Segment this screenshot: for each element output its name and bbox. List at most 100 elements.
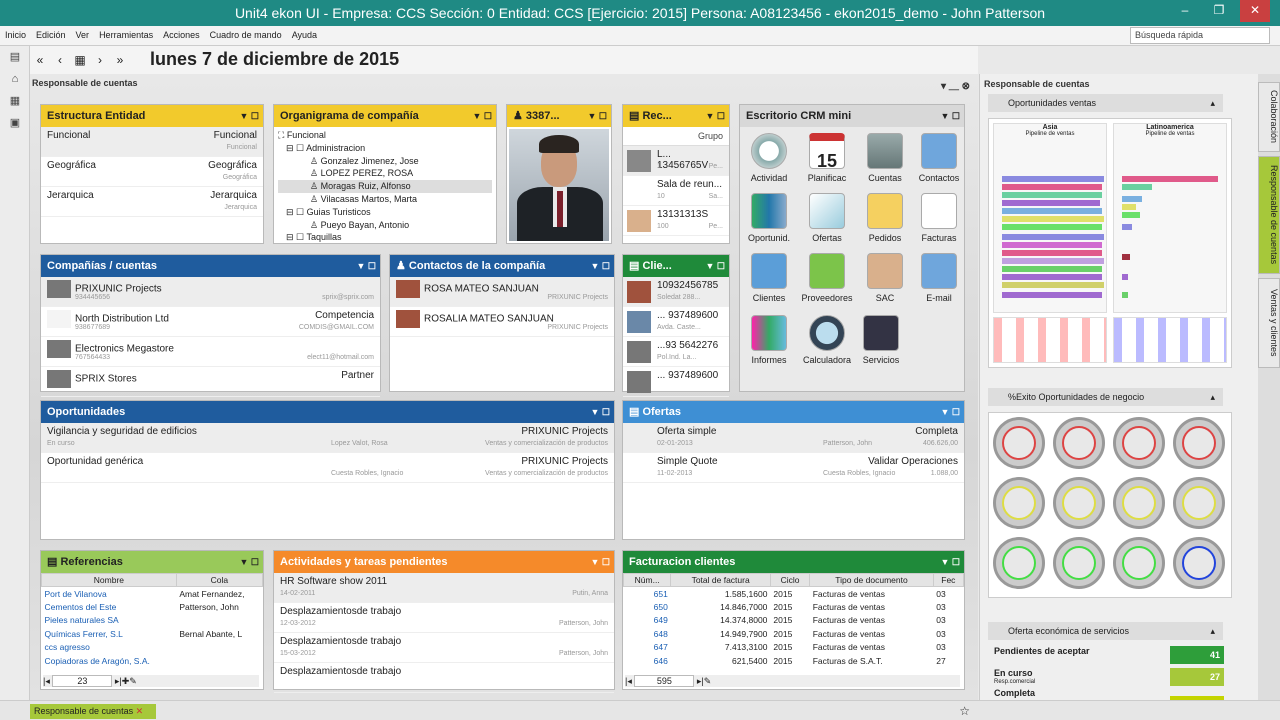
ofertas-icon[interactable]: Ofertas [800, 193, 854, 243]
list-item[interactable]: 10932456785 Soledat 288... [623, 277, 729, 307]
minimize-icon[interactable]: – [1170, 0, 1200, 22]
tree-node[interactable]: ⊟ ☐ Taquillas [278, 231, 492, 244]
page-number[interactable]: 595 [634, 675, 695, 687]
tree-node[interactable]: ♙ Moragas Ruiz, Alfonso [278, 180, 492, 193]
list-item[interactable]: ROSALIA MATEO SANJUAN PRIXUNIC Projects [390, 307, 614, 337]
favorite-icon[interactable]: ☆ [959, 704, 970, 718]
status-tab[interactable]: Responsable de cuentas ✕ [30, 704, 156, 719]
tree-node[interactable]: ♙ LOPEZ PEREZ, ROSA [278, 167, 492, 180]
facturas-icon[interactable]: Facturas [912, 193, 966, 243]
list-item[interactable]: Oferta simple Completa 02-01-2013 Patterson… [623, 423, 964, 453]
column-header[interactable]: Cola [175, 573, 264, 587]
close-icon[interactable]: ✕ [136, 706, 144, 716]
menu-herramientas[interactable]: Herramientas [94, 26, 158, 44]
page-number[interactable]: 23 [52, 675, 113, 687]
menu-inicio[interactable]: Inicio [0, 26, 31, 44]
list-item[interactable]: Sala de reun... 10 Sa... [623, 176, 729, 206]
list-item[interactable]: L... 13456765V 1 Pe... [623, 146, 729, 176]
table-row[interactable]: Químicas Ferrer, S.L Bernal Abante, L [42, 627, 263, 641]
panel-menu-icon[interactable]: ▼ ☐ [240, 105, 259, 127]
panel-menu-icon[interactable]: ▼ ☐ [941, 551, 960, 573]
tree-node[interactable]: ⊟ ☐ Administracion [278, 142, 492, 155]
panel-menu-icon[interactable]: ▼ ☐ [706, 105, 725, 127]
menu-acciones[interactable]: Acciones [158, 26, 205, 44]
panel-toggle-icon[interactable]: ▤ [0, 46, 30, 68]
column-header[interactable]: Núm... [622, 573, 672, 587]
list-item[interactable]: Electronics Megastore 767564433 elect11@ho… [41, 337, 380, 367]
close-icon[interactable]: ✕ [1240, 0, 1270, 22]
quick-search-input[interactable]: Búsqueda rápida [1130, 27, 1270, 44]
menu-ayuda[interactable]: Ayuda [287, 26, 322, 44]
collapse-icon[interactable]: ▴ [1210, 388, 1215, 406]
panel-menu-icon[interactable]: ▼ ☐ [588, 105, 607, 127]
table-row[interactable]: 647 7.413,3100 2015 Facturas de ventas 03 [624, 641, 964, 655]
table-row[interactable]: ccs agresso [42, 641, 263, 655]
calendar-icon[interactable]: ▦ [70, 46, 90, 74]
list-item[interactable]: ROSA MATEO SANJUAN PRIXUNIC Projects [390, 277, 614, 307]
table-row[interactable]: Copiadoras de Aragón, S.A. [42, 654, 263, 668]
clientes-icon[interactable]: Clientes [742, 253, 796, 303]
menu-cuadro-de-mando[interactable]: Cuadro de mando [205, 26, 287, 44]
collapse-icon[interactable]: ▴ [1210, 622, 1215, 640]
next-icon[interactable]: › [90, 46, 110, 74]
list-item[interactable]: Desplazamientosde trabajo 15-03-2012 Patte… [274, 633, 614, 663]
table-row[interactable]: 649 14.374,8000 2015 Facturas de ventas 03 [624, 614, 964, 628]
panel-menu-icon[interactable]: ▼ ☐ [591, 551, 610, 573]
pager[interactable]: |◂ 23 ▸|✚✎ [43, 675, 259, 687]
menu-edicion[interactable]: Edición [31, 26, 71, 44]
table-row[interactable]: Cementos del Este Patterson, John [42, 600, 263, 614]
sac-icon[interactable]: SAC [858, 253, 912, 303]
email-icon[interactable]: E-mail [912, 253, 966, 303]
list-item[interactable]: North Distribution Ltd Competencia 9386776… [41, 307, 380, 337]
panel-menu-icon[interactable]: ▼ ☐ [357, 255, 376, 277]
table-row[interactable]: Pieles naturales SA [42, 614, 263, 628]
org-tree[interactable]: ⛶ Funcional ⊟ ☐ Administracion ♙ Gonzale… [274, 127, 496, 246]
tab-colaboracion[interactable]: Colaboración [1258, 82, 1280, 152]
list-item[interactable]: Oportunidad genérica PRIXUNIC Projects Cue… [41, 453, 614, 483]
panel-menu-icon[interactable]: ▼ ☐ [941, 401, 960, 423]
oportunidades-icon[interactable]: Oportunid. [742, 193, 796, 243]
last-icon[interactable]: » [110, 46, 130, 74]
section-header[interactable]: Oferta económica de servicios ▴ [988, 622, 1223, 640]
list-item[interactable]: HR Software show 2011 14-02-2011 Putin, An… [274, 573, 614, 603]
menu-ver[interactable]: Ver [71, 26, 95, 44]
list-item[interactable]: Desplazamientosde trabajo 12-03-2012 Patte… [274, 603, 614, 633]
cuentas-icon[interactable]: Cuentas [858, 133, 912, 183]
list-item[interactable]: ... 937489600 [623, 367, 729, 397]
servicios-icon[interactable]: Servicios [854, 315, 908, 365]
column-header[interactable]: Tipo de documento [809, 573, 934, 587]
planificacion-icon[interactable]: 15 Planificac [800, 133, 854, 183]
list-item[interactable]: 13131313S 100 Pe... [623, 206, 729, 236]
tree-node[interactable]: ♙ Pueyo Bayan, Antonio [278, 219, 492, 232]
column-header[interactable]: Ciclo [769, 573, 811, 587]
section-header[interactable]: %Exito Oportunidades de negocio ▴ [988, 388, 1223, 406]
workspace-controls[interactable]: ▾ ＿ ⊗ [941, 77, 970, 92]
list-item[interactable]: SPRIX Stores Partner [41, 367, 380, 397]
collapse-icon[interactable]: ▴ [1210, 94, 1215, 112]
panel-menu-icon[interactable]: ▼ ☐ [591, 255, 610, 277]
informes-icon[interactable]: Informes [742, 315, 796, 365]
list-item[interactable]: Desplazamientosde trabajo [274, 663, 614, 693]
tab-ventas-y-clientes[interactable]: Ventas y clientes [1258, 278, 1280, 368]
list-item[interactable]: Vigilancia y seguridad de edificios PRIXU… [41, 423, 614, 453]
tree-node[interactable]: ⊟ ☐ Guias Turisticos [278, 206, 492, 219]
prev-icon[interactable]: ‹ [50, 46, 70, 74]
offer-row[interactable]: En curso Resp.comercial 27 [988, 668, 1224, 688]
list-item[interactable]: Simple Quote Validar Operaciones 11-02-201… [623, 453, 964, 483]
tree-node[interactable]: ⛶ Funcional [278, 129, 492, 142]
panel-menu-icon[interactable]: ▼ ☐ [591, 401, 610, 423]
contactos-icon[interactable]: Contactos [912, 133, 966, 183]
tree-node[interactable]: ♙ Gonzalez Jimenez, Jose [278, 155, 492, 168]
document-icon[interactable]: ▦ [0, 90, 30, 112]
tab-responsable-de-cuentas[interactable]: Responsable de cuentas [1258, 156, 1280, 274]
panel-menu-icon[interactable]: ▼ ☐ [473, 105, 492, 127]
list-item[interactable]: Geográfica Geográfica Geográfica [41, 157, 263, 187]
list-item[interactable]: ... 937489600 Avda. Caste... [623, 307, 729, 337]
tree-node[interactable]: ♙ Vilacasas Martos, Marta [278, 193, 492, 206]
list-item[interactable]: Funcional Funcional Funcional [41, 127, 263, 157]
panel-menu-icon[interactable]: ▼ ☐ [240, 551, 259, 573]
list-item[interactable]: Jerarquica Jerarquica Jerarquica [41, 187, 263, 217]
restore-icon[interactable]: ❐ [1204, 0, 1234, 22]
list-item[interactable]: ...93 5642276 Pol.Ind. La... [623, 337, 729, 367]
layout-icon[interactable]: ▣ [0, 112, 30, 134]
